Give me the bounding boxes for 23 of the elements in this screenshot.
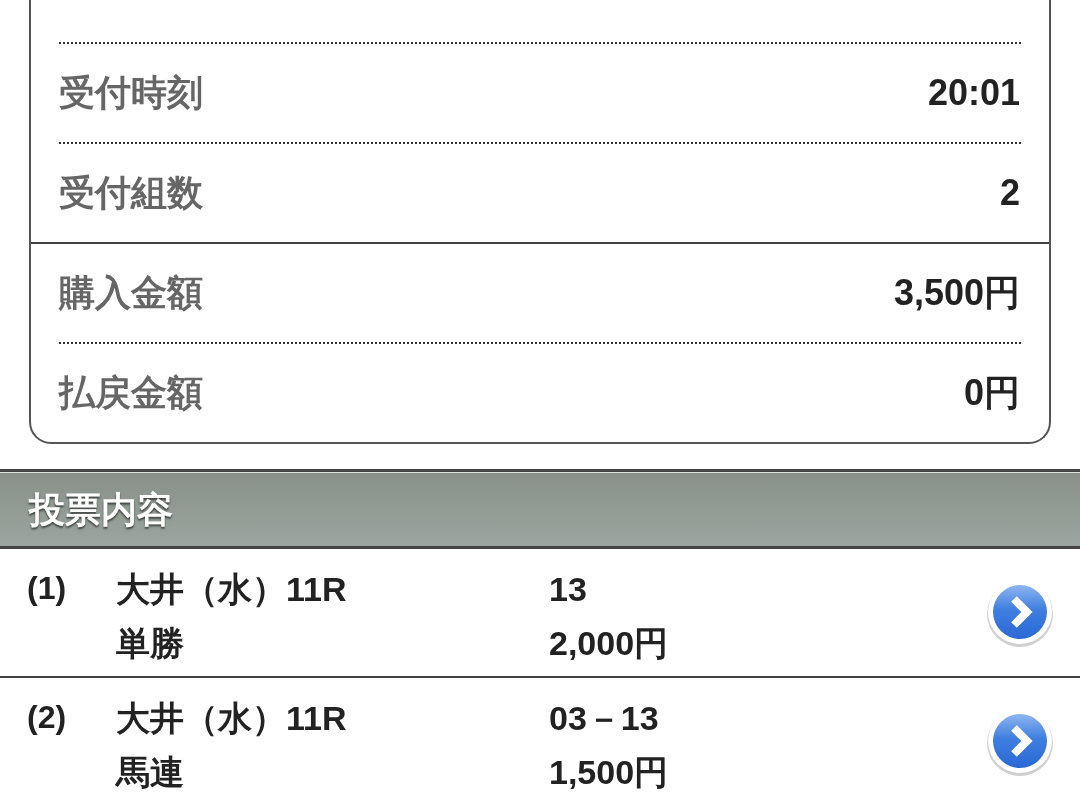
summary-value: 0円 xyxy=(963,375,1020,411)
bet-type: 単勝 xyxy=(116,622,185,664)
summary-label: 受付組数 xyxy=(59,175,203,211)
bet-selection: 13 xyxy=(549,568,588,610)
bet-amount: 2,000円 xyxy=(549,622,669,664)
details-button[interactable] xyxy=(986,707,1054,776)
bet-number: (1) xyxy=(27,568,68,608)
bet-selection: 03－13 xyxy=(549,697,660,739)
summary-label: 購入金額 xyxy=(59,275,203,311)
summary-label: 受付時刻 xyxy=(59,75,203,111)
section-title: 投票内容 xyxy=(29,491,173,528)
bet-amount: 1,500円 xyxy=(549,751,669,793)
race-name: 大井（水）11R xyxy=(116,697,348,739)
race-name: 大井（水）11R xyxy=(116,568,348,610)
chevron-right-circle-icon xyxy=(986,707,1054,776)
bet-type: 馬連 xyxy=(116,751,185,793)
details-button[interactable] xyxy=(986,578,1054,647)
chevron-right-circle-icon xyxy=(986,578,1054,647)
summary-value: 20:01 xyxy=(927,75,1020,111)
summary-value: 2 xyxy=(999,175,1020,211)
summary-label: 払戻金額 xyxy=(59,375,203,411)
summary-value: 3,500円 xyxy=(893,275,1020,311)
bet-number: (2) xyxy=(27,697,68,737)
